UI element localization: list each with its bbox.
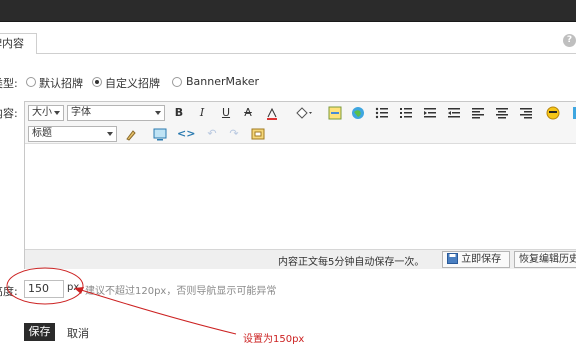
top-bar xyxy=(0,0,576,22)
tab-divider xyxy=(37,53,576,54)
fill-color-icon[interactable] xyxy=(295,106,312,120)
height-hint: 建议不超过120px，否则导航显示可能异常 xyxy=(85,286,277,297)
italic-icon[interactable]: I xyxy=(195,106,209,120)
height-label: 高度: xyxy=(0,285,18,298)
radio-bannermaker[interactable] xyxy=(172,77,182,87)
type-label: 类型: xyxy=(0,77,18,90)
radio-custom-sign[interactable] xyxy=(92,77,102,87)
save-button[interactable]: 保存 xyxy=(24,323,55,341)
save-now-button[interactable]: 立即保存 xyxy=(442,251,510,268)
content-label: 内容: xyxy=(0,107,18,120)
autosave-notice: 内容正文每5分钟自动保存一次。 xyxy=(278,257,425,268)
font-size-select[interactable]: 大小 xyxy=(28,105,64,121)
height-unit: px xyxy=(67,282,80,293)
text-color-icon[interactable] xyxy=(265,106,279,120)
insert-media-icon[interactable] xyxy=(153,127,167,141)
format-painter-icon[interactable] xyxy=(124,127,138,141)
bold-icon[interactable]: B xyxy=(172,106,186,120)
cancel-button[interactable]: 取消 xyxy=(67,325,89,341)
align-center-icon[interactable] xyxy=(495,106,509,120)
radio-default-sign-label: 默认招牌 xyxy=(39,77,83,90)
restore-history-button[interactable]: 恢复编辑历史 xyxy=(514,251,576,268)
undo-icon[interactable]: ↶ xyxy=(205,127,219,141)
indent-icon[interactable] xyxy=(447,106,461,120)
strikethrough-icon[interactable]: A xyxy=(241,106,255,120)
insert-image-icon[interactable] xyxy=(328,106,342,120)
globe-icon[interactable] xyxy=(351,106,365,120)
fullscreen-icon[interactable] xyxy=(251,127,265,141)
heading-value: 标题 xyxy=(32,128,52,139)
editor-toolbar-row-2: 标题 <> ↶ ↷ xyxy=(25,124,576,144)
outdent-icon[interactable] xyxy=(423,106,437,120)
tab-content[interactable]: 牌内容 xyxy=(0,33,37,54)
floppy-icon xyxy=(447,253,458,264)
numbered-list-icon[interactable] xyxy=(399,106,413,120)
editor-toolbar-row-1: 大小 字体 B I U A xyxy=(25,102,576,124)
font-size-value: 大小 xyxy=(32,107,52,118)
font-family-value: 字体 xyxy=(71,107,91,118)
underline-icon[interactable]: U xyxy=(219,106,233,120)
rich-text-editor[interactable]: 大小 字体 B I U A 标题 <> ↶ ↷ 内容正文每5分钟自动保存一次。 … xyxy=(24,101,576,269)
more-tools-icon[interactable] xyxy=(569,106,576,120)
font-family-select[interactable]: 字体 xyxy=(67,105,165,121)
align-left-icon[interactable] xyxy=(471,106,485,120)
editor-status-bar: 内容正文每5分钟自动保存一次。 立即保存 恢复编辑历史 xyxy=(25,249,576,269)
question-circle-icon[interactable]: ? xyxy=(563,34,576,47)
bullet-list-icon[interactable] xyxy=(375,106,389,120)
radio-bannermaker-label: BannerMaker xyxy=(186,75,260,88)
emoticon-icon[interactable] xyxy=(546,106,560,120)
save-now-label: 立即保存 xyxy=(461,254,502,265)
align-right-icon[interactable] xyxy=(519,106,533,120)
heading-select[interactable]: 标题 xyxy=(28,126,117,142)
redo-icon[interactable]: ↷ xyxy=(227,127,241,141)
restore-history-label: 恢复编辑历史 xyxy=(519,254,576,265)
source-code-icon[interactable]: <> xyxy=(177,127,195,141)
radio-custom-sign-label: 自定义招牌 xyxy=(105,77,160,90)
annotation-text: 设置为150px xyxy=(243,334,305,345)
height-input[interactable]: 150 xyxy=(24,280,64,298)
radio-default-sign[interactable] xyxy=(26,77,36,87)
